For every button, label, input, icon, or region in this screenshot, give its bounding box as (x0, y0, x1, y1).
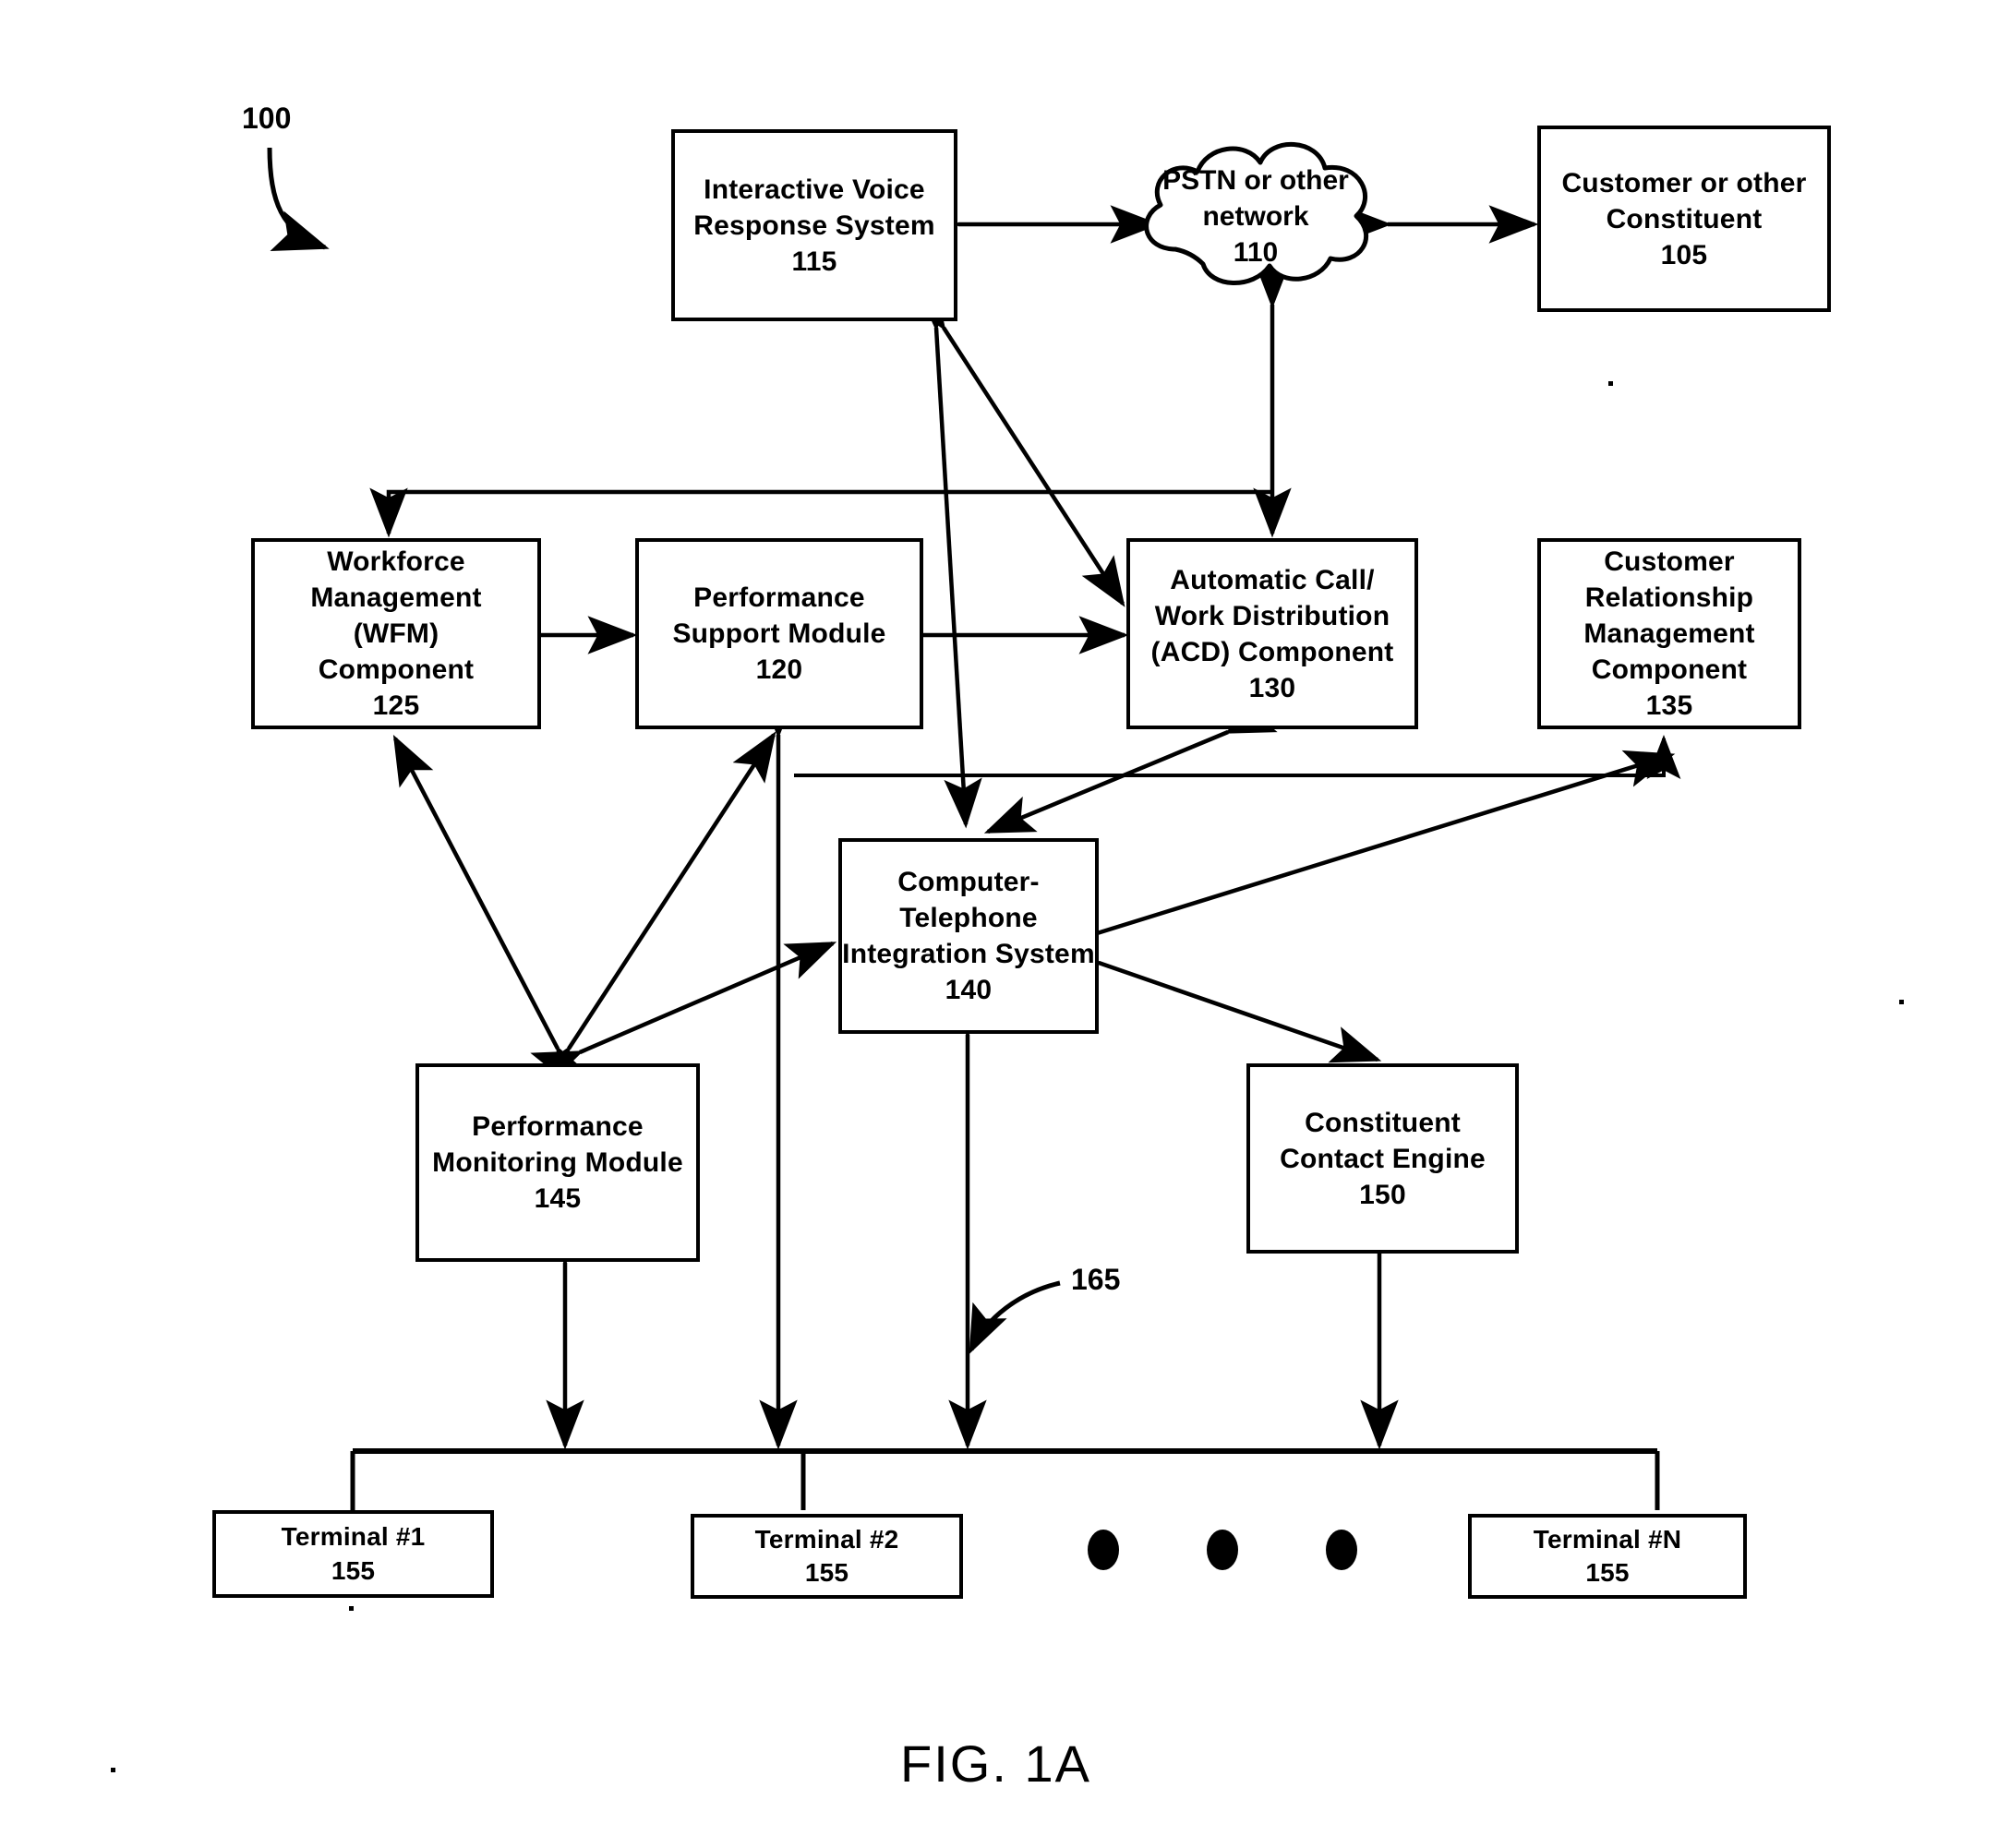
node-customer-relationship-management-component[interactable]: Customer Relationship Management Compone… (1537, 538, 1801, 729)
figure-canvas: Interactive Voice Response System 115 PS… (0, 0, 2010, 1848)
node-label-pmm: Performance Monitoring Module 145 (432, 1111, 683, 1214)
ellipsis-dot-3 (1326, 1530, 1357, 1570)
node-label-psm: Performance Support Module 120 (672, 582, 886, 685)
node-label-cti: Computer- Telephone Integration System 1… (842, 867, 1095, 1005)
ref-arrow-165 (969, 1280, 1061, 1354)
node-terminal-1[interactable]: Terminal #1 155 (212, 1510, 494, 1598)
ellipsis-dot-1 (1088, 1530, 1119, 1570)
node-label-terminal-n: Terminal #N 155 (1533, 1524, 1682, 1587)
node-label-terminal-2: Terminal #2 155 (754, 1524, 899, 1587)
connector-ivr-cti (914, 281, 982, 829)
connector-ivr-acd (902, 279, 1125, 607)
connector-acd-cti (983, 696, 1278, 834)
figure-label: FIG. 1A (900, 1734, 1091, 1793)
scan-speck (349, 1606, 354, 1611)
node-label-customer: Customer or other Constituent 105 (1561, 167, 1807, 270)
node-label-ivr: Interactive Voice Response System 115 (693, 174, 935, 277)
reference-numeral-165: 165 (1071, 1263, 1121, 1296)
node-terminal-n[interactable]: Terminal #N 155 (1468, 1514, 1747, 1599)
node-workforce-management-component[interactable]: Workforce Management (WFM) Component 125 (251, 538, 541, 729)
scan-speck (111, 1768, 115, 1772)
ellipsis-dot-2 (1207, 1530, 1238, 1570)
connector-pmm-cti (530, 941, 837, 1088)
node-label-terminal-1: Terminal #1 155 (281, 1522, 426, 1585)
connector-rail-crm (794, 735, 1681, 779)
node-label-acd: Automatic Call/ Work Distribution (ACD) … (1150, 564, 1394, 703)
node-label-cce: Constituent Contact Engine 150 (1280, 1107, 1486, 1210)
reference-numeral-100: 100 (242, 102, 292, 135)
scan-speck (1899, 1000, 1904, 1004)
ref-arrow-100 (267, 147, 330, 252)
connector-pmm-wfm (392, 735, 596, 1098)
scan-speck (1608, 381, 1613, 386)
node-computer-telephone-integration-system[interactable]: Computer- Telephone Integration System 1… (838, 838, 1099, 1034)
cloud-shape (1144, 141, 1368, 285)
node-pstn-network[interactable]: PSTN or other network 110 (1122, 127, 1390, 305)
node-performance-monitoring-module[interactable]: Performance Monitoring Module 145 (415, 1063, 700, 1262)
node-constituent-contact-engine[interactable]: Constituent Contact Engine 150 (1246, 1063, 1519, 1254)
node-automatic-call-work-distribution-component[interactable]: Automatic Call/ Work Distribution (ACD) … (1126, 538, 1418, 729)
node-interactive-voice-response-system[interactable]: Interactive Voice Response System 115 (671, 129, 957, 321)
node-label-crm: Customer Relationship Management Compone… (1583, 546, 1755, 721)
connector-cti-cce (1049, 930, 1382, 1063)
node-customer-or-other-constituent[interactable]: Customer or other Constituent 105 (1537, 126, 1831, 312)
node-label-wfm: Workforce Management (WFM) Component 125 (310, 546, 482, 721)
connector-cti-crm (1044, 750, 1676, 966)
node-terminal-2[interactable]: Terminal #2 155 (691, 1514, 963, 1599)
connector-pmm-psm (527, 731, 776, 1098)
node-performance-support-module[interactable]: Performance Support Module 120 (635, 538, 923, 729)
connector-acd-wfm (369, 487, 1272, 538)
